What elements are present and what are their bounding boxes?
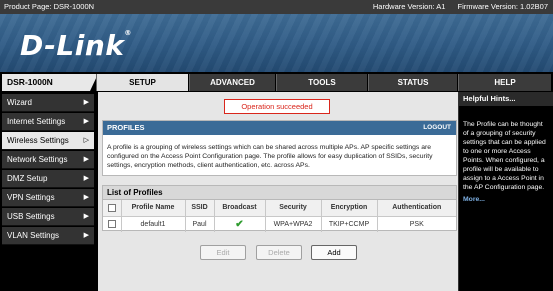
- sidebar-item-network-settings[interactable]: Network Settings ▶: [2, 151, 94, 169]
- column-header: Authentication: [377, 200, 456, 216]
- sidebar-item-dmz-setup[interactable]: DMZ Setup ▶: [2, 170, 94, 188]
- profile-name-cell: default1: [121, 215, 186, 232]
- tab-tools[interactable]: TOOLS: [276, 74, 367, 91]
- select-all-checkbox[interactable]: [107, 203, 116, 212]
- sidebar-item-vpn-settings[interactable]: VPN Settings ▶: [2, 189, 94, 207]
- tab-advanced[interactable]: ADVANCED: [189, 74, 275, 91]
- dlink-logo: D-Link®: [20, 29, 132, 62]
- arrow-right-icon: ▶: [83, 213, 89, 220]
- arrow-right-icon: ▶: [83, 156, 89, 163]
- table-row[interactable]: default1 Paul ✔ WPA+WPA2 TKIP+CCMP PSK: [103, 215, 456, 232]
- top-info-bar: Product Page: DSR-1000N Hardware Version…: [0, 0, 553, 14]
- sidebar-item-vlan-settings[interactable]: VLAN Settings ▶: [2, 227, 94, 245]
- arrow-right-icon: ▶: [83, 175, 89, 182]
- add-button[interactable]: Add: [311, 245, 357, 260]
- sidebar-item-label: VLAN Settings: [7, 231, 60, 240]
- product-page-label: Product Page: DSR-1000N: [4, 2, 95, 11]
- security-cell: WPA+WPA2: [265, 215, 322, 232]
- delete-button[interactable]: Delete: [256, 245, 302, 260]
- column-header: Broadcast: [214, 200, 266, 216]
- arrow-right-icon: ▶: [83, 194, 89, 201]
- helpful-hints-panel: Helpful Hints... The Profile can be thou…: [458, 92, 553, 291]
- arrow-right-icon: ▶: [83, 118, 89, 125]
- profiles-section: PROFILES LOGOUT A profile is a grouping …: [102, 120, 457, 176]
- status-message: Operation succeeded: [224, 99, 330, 114]
- sidebar-item-label: Network Settings: [7, 155, 68, 164]
- brand-banner: D-Link®: [0, 14, 553, 72]
- column-header: Profile Name: [121, 200, 186, 216]
- arrow-right-icon: ▶: [83, 99, 89, 106]
- list-title: List of Profiles: [103, 186, 456, 200]
- sidebar-item-label: VPN Settings: [7, 193, 55, 202]
- tab-help[interactable]: HELP: [458, 74, 551, 91]
- authentication-cell: PSK: [377, 215, 456, 232]
- profiles-list: List of Profiles Profile Name SSID Broad…: [102, 185, 457, 232]
- arrow-right-icon: ▶: [83, 232, 89, 239]
- column-header: SSID: [185, 200, 215, 216]
- main-nav: DSR-1000N SETUP ADVANCED TOOLS STATUS HE…: [0, 72, 553, 92]
- sidebar-item-label: Wizard: [7, 98, 32, 107]
- sidebar-item-usb-settings[interactable]: USB Settings ▶: [2, 208, 94, 226]
- sidebar-item-label: Wireless Settings: [7, 136, 69, 145]
- sidebar: Wizard ▶ Internet Settings ▶ Wireless Se…: [0, 92, 96, 291]
- column-header: Encryption: [321, 200, 378, 216]
- profiles-table: Profile Name SSID Broadcast Security Enc…: [103, 200, 456, 232]
- checkmark-icon: ✔: [235, 218, 244, 230]
- hints-body: The Profile can be thought of a grouping…: [463, 121, 546, 191]
- arrow-right-outline-icon: ▷: [83, 137, 89, 144]
- hints-more-link[interactable]: More...: [459, 192, 553, 203]
- row-checkbox[interactable]: [107, 220, 116, 229]
- sidebar-item-internet-settings[interactable]: Internet Settings ▶: [2, 113, 94, 131]
- logout-link[interactable]: LOGOUT: [423, 121, 451, 135]
- firmware-version: Firmware Version: 1.02B07: [457, 2, 548, 11]
- encryption-cell: TKIP+CCMP: [321, 215, 378, 232]
- main-content: Operation succeeded PROFILES LOGOUT A pr…: [96, 92, 458, 291]
- section-title: PROFILES: [107, 123, 145, 132]
- sidebar-item-wizard[interactable]: Wizard ▶: [2, 94, 94, 112]
- row-select-cell: [103, 215, 122, 232]
- column-header: Security: [265, 200, 322, 216]
- model-label: DSR-1000N: [2, 74, 98, 91]
- hardware-version: Hardware Version: A1: [372, 2, 446, 11]
- ssid-cell: Paul: [185, 215, 215, 232]
- edit-button[interactable]: Edit: [200, 245, 246, 260]
- section-header: PROFILES LOGOUT: [103, 121, 456, 135]
- table-header-row: Profile Name SSID Broadcast Security Enc…: [103, 200, 456, 216]
- tab-status[interactable]: STATUS: [368, 74, 457, 91]
- section-description: A profile is a grouping of wireless sett…: [107, 144, 433, 169]
- sidebar-item-wireless-settings[interactable]: Wireless Settings ▷: [2, 132, 94, 150]
- tab-setup[interactable]: SETUP: [96, 74, 188, 91]
- sidebar-item-label: DMZ Setup: [7, 174, 48, 183]
- sidebar-item-label: USB Settings: [7, 212, 55, 221]
- sidebar-item-label: Internet Settings: [7, 117, 66, 126]
- select-all-cell: [103, 200, 122, 216]
- broadcast-cell: ✔: [214, 215, 266, 232]
- hints-title: Helpful Hints...: [459, 92, 553, 106]
